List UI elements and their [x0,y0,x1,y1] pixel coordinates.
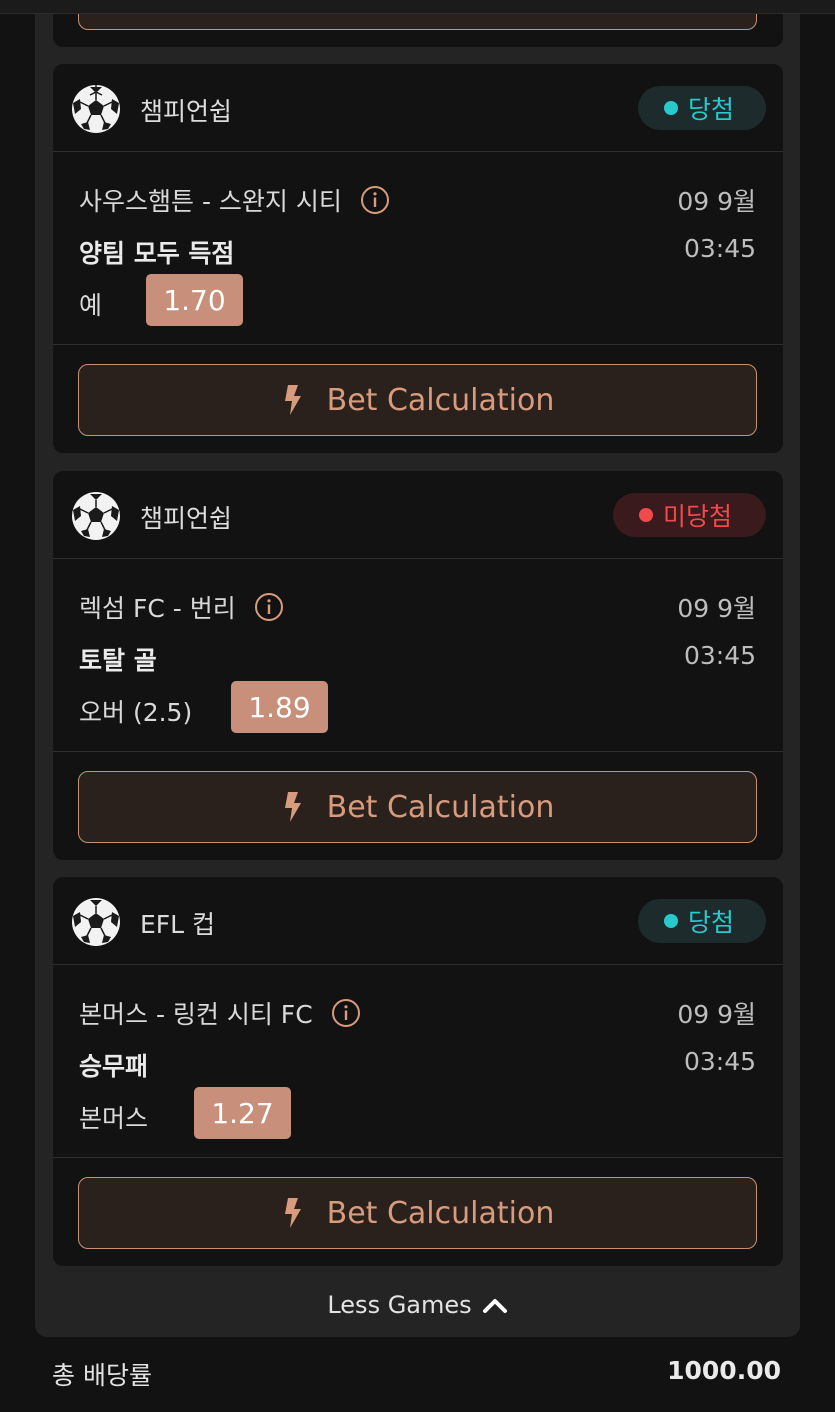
odds-badge: 1.70 [146,274,243,326]
market-name: 승무패 [79,1052,149,1081]
bet-card-footer: Bet Calculation [53,752,783,860]
info-icon[interactable] [254,592,284,622]
status-badge: 미당첨 [613,493,766,537]
less-games-button[interactable]: Less Games [35,1285,800,1325]
match-time: 03:45 [683,641,756,670]
status-label: 당첨 [688,95,735,124]
match-teams: 사우스햄튼 - 스완지 시티 [79,187,342,216]
league-name: 챔피언쉽 [140,97,233,126]
league-name: EFL 컵 [140,910,216,939]
lightning-icon [284,385,301,415]
match-time: 03:45 [683,1047,756,1076]
market-name: 양팀 모두 득점 [79,239,235,268]
bet-calculation-button[interactable]: Bet Calculation [78,364,757,436]
bet-card-header: 챔피언쉽 당첨 [53,64,783,152]
total-odds-value: 1000.00 [667,1356,781,1385]
bet-card-body: 사우스햄튼 - 스완지 시티 09 9월 양팀 모두 득점 03:45 예 1.… [53,152,783,345]
bet-card-header: EFL 컵 당첨 [53,877,783,965]
bet-card-footer: Bet Calculation [53,345,783,453]
market-name: 토탈 골 [79,646,157,675]
soccer-ball-icon [72,492,120,540]
odds-badge: 1.27 [194,1087,291,1139]
top-bar [0,0,835,14]
match-title: 사우스햄튼 - 스완지 시티 [79,182,390,218]
bet-card-footer: Bet Calculation [53,1158,783,1266]
match-date: 09 9월 [677,594,756,623]
soccer-ball-icon [72,898,120,946]
status-badge: 당첨 [638,899,766,943]
bet-card-body: 렉섬 FC - 번리 09 9월 토탈 골 03:45 오버 (2.5) 1.8… [53,559,783,752]
odds-badge: 1.89 [231,681,328,733]
match-title: 렉섬 FC - 번리 [79,589,284,625]
bet-card: EFL 컵 당첨 본머스 - 링컨 시티 FC 09 9월 승무패 03:45 … [53,877,783,1266]
bet-calculation-button[interactable]: Bet Calculation [78,1177,757,1249]
soccer-ball-icon [72,85,120,133]
less-games-label: Less Games [327,1291,472,1319]
info-icon[interactable] [360,185,390,215]
status-dot [664,914,678,928]
lightning-icon [284,1198,301,1228]
bet-calculation-button[interactable]: Bet Calculation [78,771,757,843]
match-teams: 본머스 - 링컨 시티 FC [79,1000,313,1029]
selection-label: 예 [79,291,103,320]
bet-calculation-label: Bet Calculation [326,1195,555,1231]
bet-card-header: 챔피언쉽 미당첨 [53,471,783,559]
bet-calculation-label: Bet Calculation [326,382,555,418]
match-time: 03:45 [683,234,756,263]
selection-label: 오버 (2.5) [79,698,193,727]
status-label: 당첨 [688,908,735,937]
total-odds-label: 총 배당률 [52,1361,152,1390]
status-badge: 당첨 [638,86,766,130]
selection-label: 본머스 [79,1104,149,1133]
chevron-up-icon [482,1299,507,1313]
match-date: 09 9월 [677,1000,756,1029]
lightning-icon [284,792,301,822]
match-teams: 렉섬 FC - 번리 [79,594,236,623]
previous-bet-calculation-button[interactable] [78,14,757,30]
bet-card-body: 본머스 - 링컨 시티 FC 09 9월 승무패 03:45 본머스 1.27 [53,965,783,1158]
bet-calculation-label: Bet Calculation [326,789,555,825]
status-dot [639,508,653,522]
status-dot [664,101,678,115]
match-title: 본머스 - 링컨 시티 FC [79,995,361,1031]
bet-card: 챔피언쉽 미당첨 렉섬 FC - 번리 09 9월 토탈 골 03:45 오버 … [53,471,783,860]
previous-bet-card [53,14,783,47]
status-label: 미당첨 [663,502,733,531]
info-icon[interactable] [331,998,361,1028]
bet-card: 챔피언쉽 당첨 사우스햄튼 - 스완지 시티 09 9월 양팀 모두 득점 03… [53,64,783,453]
league-name: 챔피언쉽 [140,504,233,533]
match-date: 09 9월 [677,187,756,216]
